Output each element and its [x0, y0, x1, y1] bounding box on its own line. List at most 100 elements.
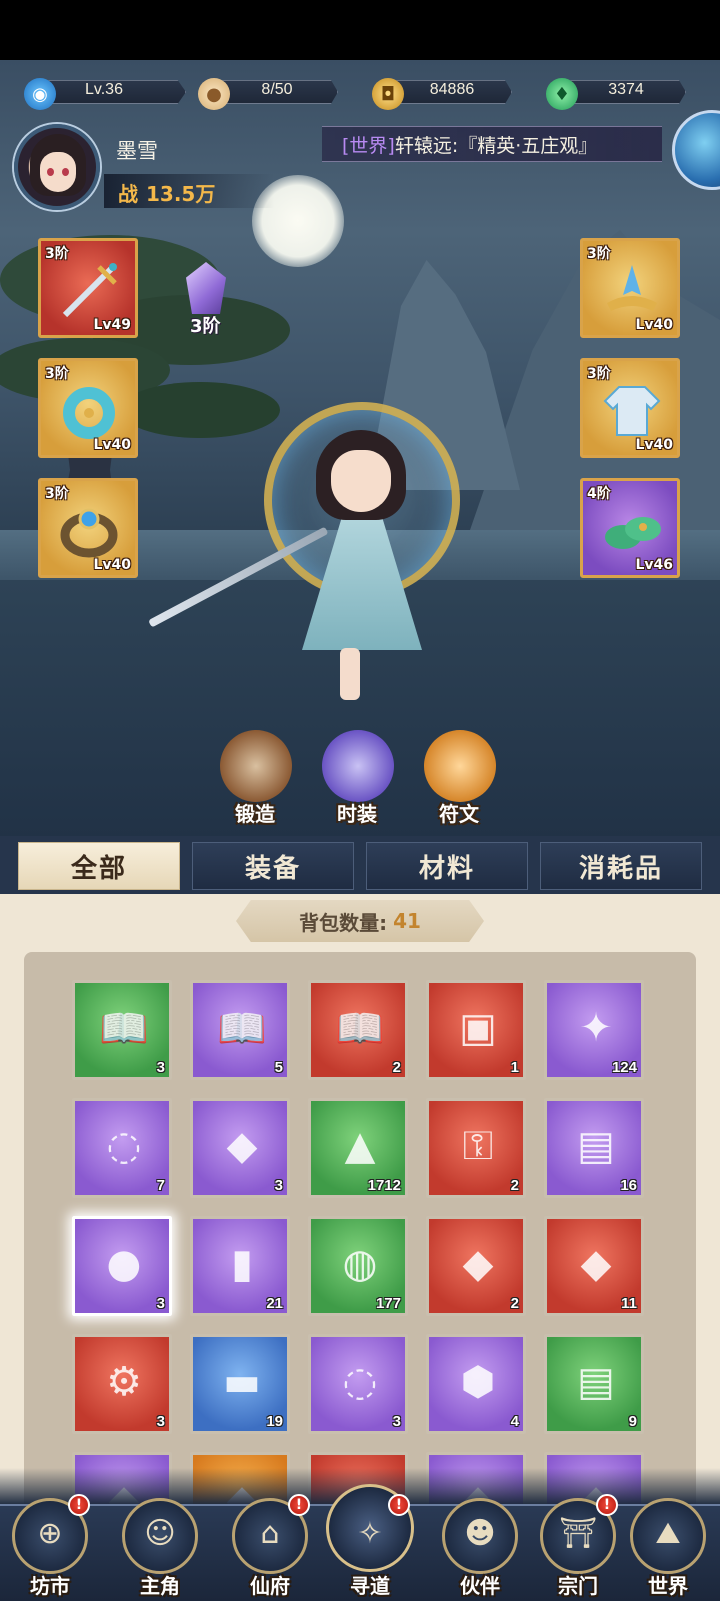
nav-sect[interactable]: ⛩ 宗门!: [534, 1494, 622, 1598]
wood-log-icon: ▬: [223, 1359, 261, 1405]
equip-tier: 3阶: [587, 366, 611, 382]
nav-label: 寻道: [350, 1574, 390, 1598]
bag-item[interactable]: ◌ 3: [308, 1334, 408, 1434]
bag-item[interactable]: ▣ 1: [426, 980, 526, 1080]
equip-slot-ring[interactable]: 3阶 Lv40: [38, 478, 138, 578]
boots-icon: [601, 499, 663, 561]
bag-item[interactable]: ⬢ 4: [426, 1334, 526, 1434]
nav-hero[interactable]: ☺ 主角: [116, 1494, 204, 1598]
player-name: 墨雪: [116, 139, 158, 163]
forge-button[interactable]: 锻造: [210, 730, 300, 830]
gold-display[interactable]: ◘ 84886: [372, 78, 512, 110]
red-puzzle-icon: ◆: [462, 1241, 494, 1287]
equip-slot-boots[interactable]: 4阶 Lv46: [580, 478, 680, 578]
ring-icon: [59, 499, 121, 561]
cloud-swirl-icon: ◌: [106, 1123, 142, 1169]
equip-tier: 3阶: [587, 246, 611, 262]
market-icon: ⊕: [37, 1516, 63, 1551]
equip-slot-armor[interactable]: 3阶 Lv40: [580, 358, 680, 458]
green-orb-icon: ◍: [342, 1241, 378, 1287]
golden-key-icon: ⚿: [462, 1123, 494, 1169]
item-quantity: 2: [510, 1177, 519, 1194]
stamina-display[interactable]: ● 8/50: [198, 78, 338, 110]
tab-materials[interactable]: 材料: [366, 842, 528, 890]
bag-item[interactable]: 📖 2: [308, 980, 408, 1080]
item-quantity: 9: [628, 1413, 637, 1430]
jade-pendant-icon: [59, 379, 121, 441]
equip-level: Lv49: [93, 317, 131, 333]
bag-item[interactable]: ⚙ 3: [72, 1334, 172, 1434]
peach-icon: ●: [106, 1241, 142, 1287]
item-quantity: 21: [266, 1295, 283, 1312]
level-icon: ◉: [24, 78, 56, 110]
nav-partner[interactable]: ☻ 伙伴: [436, 1494, 524, 1598]
world-chat-banner[interactable]: [世界] 轩辕远:『精英·五庄观』: [322, 126, 662, 162]
outfit-label: 时装: [337, 802, 377, 826]
book-icon: 📖: [335, 1005, 385, 1052]
bag-item[interactable]: ⚿ 2: [426, 1098, 526, 1198]
rune-button[interactable]: 符文: [414, 730, 504, 830]
nav-world[interactable]: ⛰ 世界: [624, 1494, 712, 1598]
bag-item[interactable]: ◆ 3: [190, 1098, 290, 1198]
character-legs: [340, 648, 360, 700]
outfit-button[interactable]: 时装: [312, 730, 402, 830]
partner-icon: ☻: [464, 1516, 496, 1551]
item-quantity: 2: [510, 1295, 519, 1312]
golden-swirl-icon: ◌: [342, 1359, 378, 1405]
tab-equipment[interactable]: 装备: [192, 842, 354, 890]
equip-level: Lv40: [93, 557, 131, 573]
gem-tier: 3阶: [190, 316, 221, 337]
puzzle-piece-icon: ◆: [226, 1123, 258, 1169]
hammer-icon: [220, 730, 292, 802]
bag-item[interactable]: 📖 3: [72, 980, 172, 1080]
world-icon: ⛰: [655, 1516, 681, 1551]
stamina-bun-icon: ●: [198, 78, 230, 110]
robe-icon: [601, 379, 663, 441]
nav-label: 宗门: [558, 1574, 598, 1598]
item-quantity: 1712: [367, 1177, 401, 1194]
bag-item[interactable]: ● 3: [72, 1216, 172, 1316]
bag-item[interactable]: ▤ 16: [544, 1098, 644, 1198]
nav-label: 伙伴: [460, 1574, 500, 1598]
equip-slot-pendant[interactable]: 3阶 Lv40: [38, 358, 138, 458]
bag-item[interactable]: ◍ 177: [308, 1216, 408, 1316]
bag-count: 背包数量: 41: [236, 900, 484, 942]
bag-item[interactable]: ▮ 21: [190, 1216, 290, 1316]
equip-slot-weapon[interactable]: 3阶 Lv49: [38, 238, 138, 338]
quest-icon: ✧: [357, 1516, 383, 1551]
equip-tier: 4阶: [587, 486, 611, 502]
nav-market[interactable]: ⊕ 坊市!: [6, 1494, 94, 1598]
bag-item[interactable]: ▤ 9: [544, 1334, 644, 1434]
sword-icon: [59, 259, 121, 321]
item-quantity: 11: [621, 1295, 637, 1312]
nav-label: 世界: [648, 1574, 688, 1598]
tab-all[interactable]: 全部: [18, 842, 180, 890]
jade-value: 3374: [608, 81, 644, 98]
item-quantity: 3: [156, 1413, 165, 1430]
bag-item[interactable]: ◌ 7: [72, 1098, 172, 1198]
item-quantity: 3: [392, 1413, 401, 1430]
bag-item[interactable]: ▬ 19: [190, 1334, 290, 1434]
equip-tier: 3阶: [45, 246, 69, 262]
stamina-value: 8/50: [261, 81, 293, 98]
red-puzzle-icon: ◆: [580, 1241, 612, 1287]
bag-item[interactable]: ✦ 124: [544, 980, 644, 1080]
nav-mansion[interactable]: ⌂ 仙府!: [226, 1494, 314, 1598]
status-bar: [0, 0, 720, 60]
chat-channel: [世界]: [342, 134, 395, 157]
power-value: 13.5万: [146, 182, 216, 206]
equip-slot-headgear[interactable]: 3阶 Lv40: [580, 238, 680, 338]
bag-item[interactable]: ◆ 11: [544, 1216, 644, 1316]
tab-consumables[interactable]: 消耗品: [540, 842, 702, 890]
equip-level: Lv40: [93, 437, 131, 453]
jade-leaf-icon: ♦: [546, 78, 578, 110]
avatar-eye: [62, 168, 69, 176]
bag-item[interactable]: 📖 5: [190, 980, 290, 1080]
bag-item[interactable]: ◆ 2: [426, 1216, 526, 1316]
equip-level: Lv40: [635, 437, 673, 453]
gear-icon: ⚙: [106, 1359, 142, 1405]
bag-item[interactable]: ▲ 1712: [308, 1098, 408, 1198]
nav-quest[interactable]: ✧ 寻道!: [326, 1484, 414, 1598]
purple-stone-icon: ⬢: [460, 1359, 496, 1405]
jade-display[interactable]: ♦ 3374: [546, 78, 686, 110]
